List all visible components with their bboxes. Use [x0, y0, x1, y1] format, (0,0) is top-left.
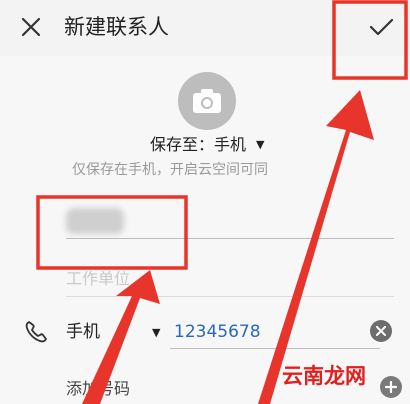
- add-number-button[interactable]: 添加号码: [66, 378, 130, 400]
- close-icon[interactable]: [16, 12, 46, 42]
- company-input[interactable]: 工作单位: [66, 268, 130, 290]
- dropdown-triangle-icon: ▼: [256, 138, 265, 151]
- clear-icon[interactable]: [370, 320, 392, 342]
- save-location-selector[interactable]: 保存至：手机 ▼: [150, 134, 264, 156]
- watermark: 云南龙网: [282, 364, 366, 388]
- camera-icon: [193, 89, 221, 113]
- page-title: 新建联系人: [64, 15, 169, 39]
- header-bar: [0, 0, 410, 56]
- avatar-button[interactable]: [178, 72, 236, 130]
- phone-number-input[interactable]: 12345678: [174, 320, 261, 344]
- phone-icon: [22, 318, 50, 346]
- arrow-to-confirm: [258, 90, 374, 404]
- save-location-label: 保存至：手机: [150, 135, 247, 154]
- name-input[interactable]: [66, 208, 124, 234]
- name-underline: [66, 238, 394, 239]
- save-hint: 仅保存在手机，开启云空间可同: [72, 162, 268, 178]
- phone-type-dropdown-icon[interactable]: ▼: [152, 326, 160, 340]
- phone-type-selector[interactable]: 手机: [66, 320, 100, 344]
- company-underline: [66, 296, 394, 297]
- check-icon[interactable]: [366, 12, 396, 42]
- add-icon[interactable]: [380, 376, 402, 398]
- phone-underline: [170, 348, 380, 349]
